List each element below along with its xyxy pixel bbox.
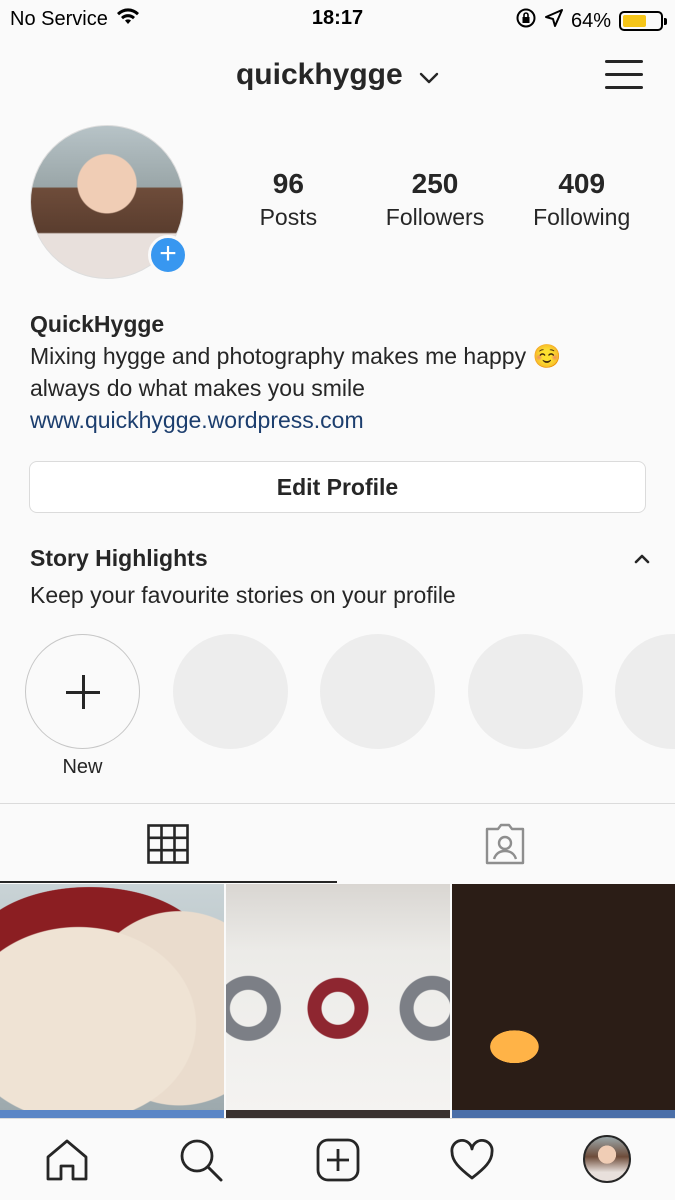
bio-line-1: Mixing hygge and photography makes me ha…	[30, 343, 562, 369]
battery-percent: 64%	[570, 9, 611, 32]
chevron-up-icon[interactable]	[634, 551, 650, 569]
post-thumbnail-partial[interactable]	[0, 1110, 224, 1118]
posts-label: Posts	[259, 204, 318, 230]
add-story-icon[interactable]: +	[148, 235, 188, 275]
active-tab-indicator	[0, 881, 337, 883]
bottom-nav	[0, 1118, 675, 1200]
location-arrow-icon	[544, 9, 563, 33]
profile-name: QuickHygge	[30, 311, 165, 337]
highlights-subtitle: Keep your favourite stories on your prof…	[30, 582, 456, 608]
post-thumbnail[interactable]	[452, 884, 675, 1110]
highlight-placeholder	[173, 634, 288, 749]
menu-icon[interactable]	[605, 58, 643, 90]
bio-line-2: always do what makes you smile	[30, 375, 365, 401]
profile-stats: 96 Posts 250 Followers 409 Following	[215, 168, 655, 231]
home-icon[interactable]	[44, 1137, 90, 1183]
chevron-down-icon	[419, 59, 439, 93]
status-bar: No Service 18:17 64%	[0, 0, 675, 38]
website-link[interactable]: www.quickhygge.wordpress.com	[30, 404, 650, 436]
heart-icon[interactable]	[449, 1137, 495, 1183]
post-thumbnail[interactable]	[226, 884, 450, 1110]
story-highlights-header: Story Highlights Keep your favourite sto…	[30, 545, 650, 609]
post-thumbnail-partial[interactable]	[226, 1110, 450, 1118]
profile-avatar-container[interactable]: +	[30, 125, 188, 279]
edit-profile-button[interactable]: Edit Profile	[29, 461, 646, 513]
username-title: quickhygge	[235, 58, 403, 91]
search-icon[interactable]	[178, 1137, 224, 1183]
highlight-placeholder	[468, 634, 583, 749]
username-switcher[interactable]: quickhygge	[0, 58, 675, 93]
highlight-placeholder	[615, 634, 675, 749]
new-highlight-button[interactable]	[25, 634, 140, 749]
orientation-lock-icon	[515, 7, 537, 35]
tab-tagged[interactable]	[337, 804, 675, 884]
profile-bio: QuickHygge Mixing hygge and photography …	[30, 308, 650, 436]
stat-following[interactable]: 409 Following	[508, 168, 655, 231]
new-highlight-label: New	[62, 756, 103, 778]
top-nav: quickhygge	[0, 40, 675, 112]
followers-count: 250	[411, 168, 459, 199]
following-label: Following	[533, 204, 631, 230]
following-count: 409	[558, 168, 606, 199]
highlight-placeholder	[320, 634, 435, 749]
tab-grid[interactable]	[0, 804, 337, 884]
stat-posts[interactable]: 96 Posts	[215, 168, 362, 231]
highlights-title: Story Highlights	[30, 545, 208, 571]
tagged-icon	[483, 822, 527, 871]
post-thumbnail[interactable]	[0, 884, 224, 1110]
grid-icon	[147, 824, 189, 869]
followers-label: Followers	[385, 204, 485, 230]
post-thumbnail-partial[interactable]	[452, 1110, 675, 1118]
new-post-icon[interactable]	[315, 1137, 361, 1183]
posts-count: 96	[272, 168, 304, 199]
battery-icon	[619, 11, 667, 31]
profile-avatar-tab[interactable]	[583, 1135, 631, 1183]
stat-followers[interactable]: 250 Followers	[362, 168, 509, 231]
